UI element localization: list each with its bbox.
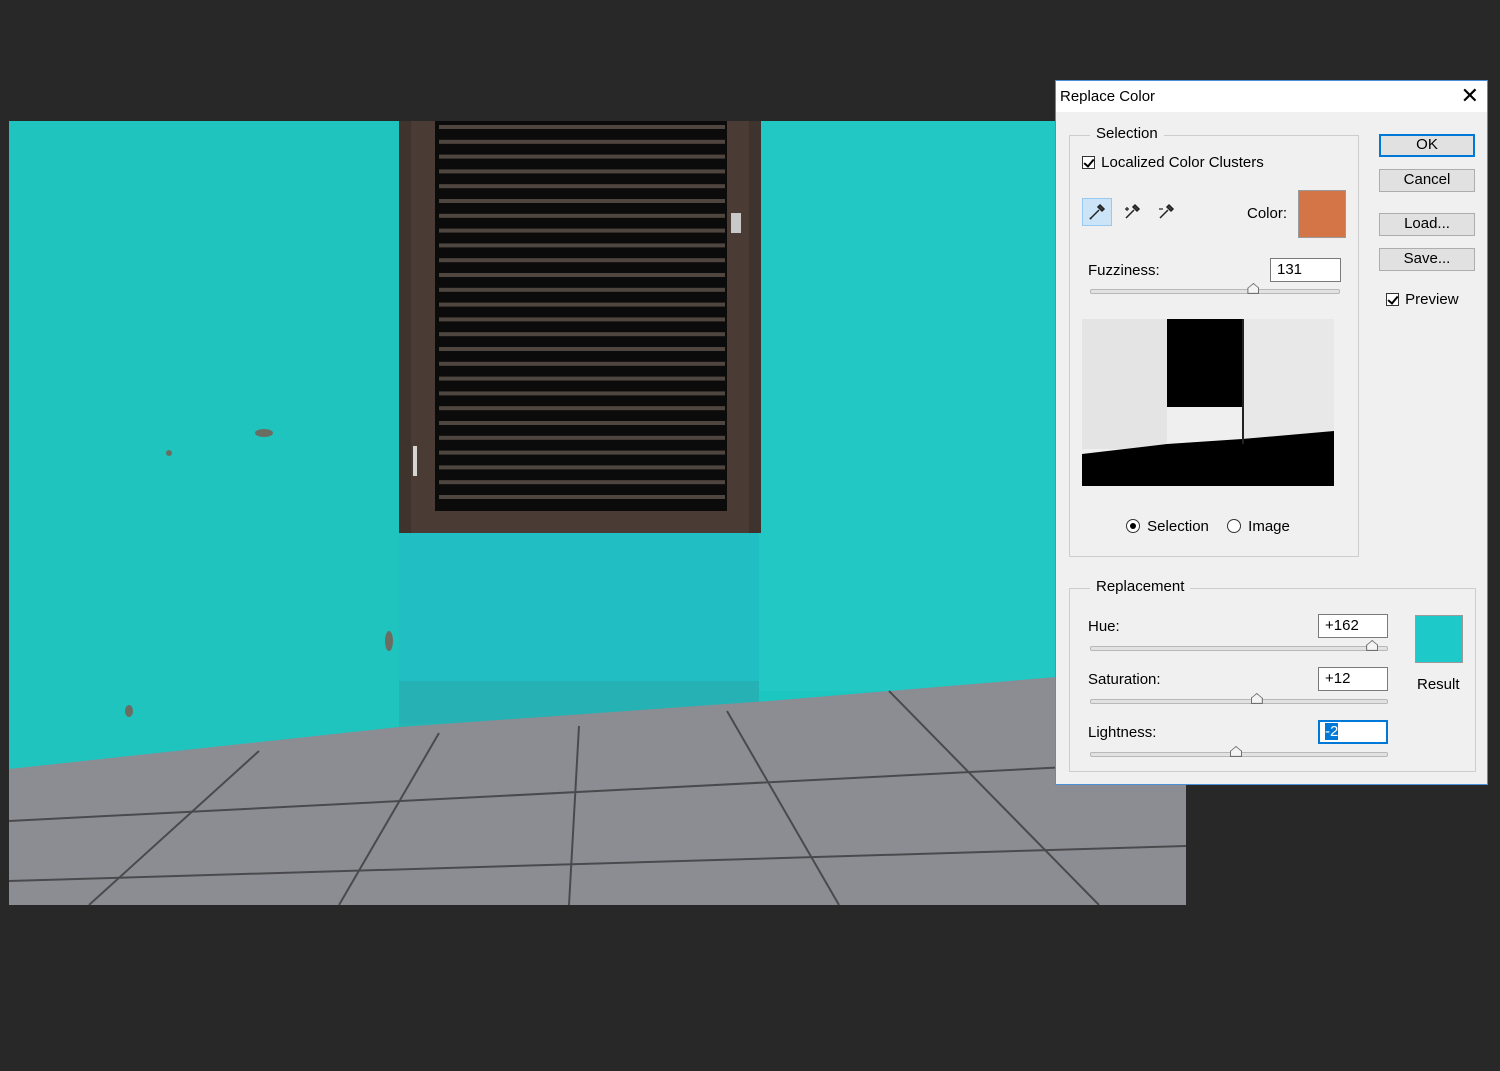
preview-checkbox-box[interactable] xyxy=(1386,293,1399,306)
fuzziness-field[interactable]: 131 xyxy=(1270,258,1341,282)
lightness-field[interactable]: -2 xyxy=(1318,720,1388,744)
subtract-from-sample-eyedropper-button[interactable] xyxy=(1151,198,1181,226)
selection-radio-label: Selection xyxy=(1147,518,1209,535)
image-radio-button[interactable] xyxy=(1227,519,1241,533)
saturation-slider[interactable] xyxy=(1090,699,1388,704)
selection-color-swatch[interactable] xyxy=(1298,190,1346,238)
eyedropper-minus-icon xyxy=(1157,203,1175,221)
preview-checkbox[interactable]: Preview xyxy=(1386,291,1459,308)
lightness-slider[interactable] xyxy=(1090,752,1388,757)
lightness-label: Lightness: xyxy=(1088,724,1156,741)
add-to-sample-eyedropper-button[interactable] xyxy=(1117,198,1147,226)
replace-color-dialog: Replace Color ✕ Selection Localized Colo… xyxy=(1055,80,1488,785)
preview-checkbox-label: Preview xyxy=(1405,291,1458,308)
eyedropper-plus-icon xyxy=(1123,203,1141,221)
localized-checkbox-box[interactable] xyxy=(1082,156,1095,169)
replacement-legend: Replacement xyxy=(1090,578,1190,595)
selection-group: Selection Localized Color Clusters Color… xyxy=(1069,135,1359,557)
eyedropper-tool-button[interactable] xyxy=(1082,198,1112,226)
localized-color-clusters-checkbox[interactable]: Localized Color Clusters xyxy=(1082,154,1264,171)
ok-button[interactable]: OK xyxy=(1379,134,1475,157)
saturation-field[interactable]: +12 xyxy=(1318,667,1388,691)
load-button[interactable]: Load... xyxy=(1379,213,1475,236)
replacement-group: Replacement Hue: +162 Saturation: +12 Li… xyxy=(1069,588,1476,772)
image-radio[interactable]: Image xyxy=(1227,518,1290,535)
close-icon[interactable]: ✕ xyxy=(1461,84,1479,108)
fuzziness-slider[interactable] xyxy=(1090,289,1340,294)
dialog-titlebar[interactable]: Replace Color ✕ xyxy=(1056,81,1487,112)
selection-preview-thumbnail xyxy=(1082,319,1334,486)
lightness-field-value: -2 xyxy=(1325,723,1338,740)
selection-legend: Selection xyxy=(1090,125,1164,142)
hue-field[interactable]: +162 xyxy=(1318,614,1388,638)
hue-slider[interactable] xyxy=(1090,646,1388,651)
hue-label: Hue: xyxy=(1088,618,1120,635)
selection-radio-button[interactable] xyxy=(1126,519,1140,533)
color-label: Color: xyxy=(1247,205,1287,222)
save-button[interactable]: Save... xyxy=(1379,248,1475,271)
fuzziness-label: Fuzziness: xyxy=(1088,262,1160,279)
localized-checkbox-label: Localized Color Clusters xyxy=(1101,154,1264,171)
cancel-button[interactable]: Cancel xyxy=(1379,169,1475,192)
result-label: Result xyxy=(1417,676,1460,693)
result-color-swatch[interactable] xyxy=(1415,615,1463,663)
image-radio-label: Image xyxy=(1248,518,1290,535)
selection-radio[interactable]: Selection xyxy=(1126,518,1209,535)
eyedropper-icon xyxy=(1088,203,1106,221)
dialog-title: Replace Color xyxy=(1060,88,1155,105)
canvas-image[interactable] xyxy=(9,121,1186,905)
saturation-label: Saturation: xyxy=(1088,671,1161,688)
